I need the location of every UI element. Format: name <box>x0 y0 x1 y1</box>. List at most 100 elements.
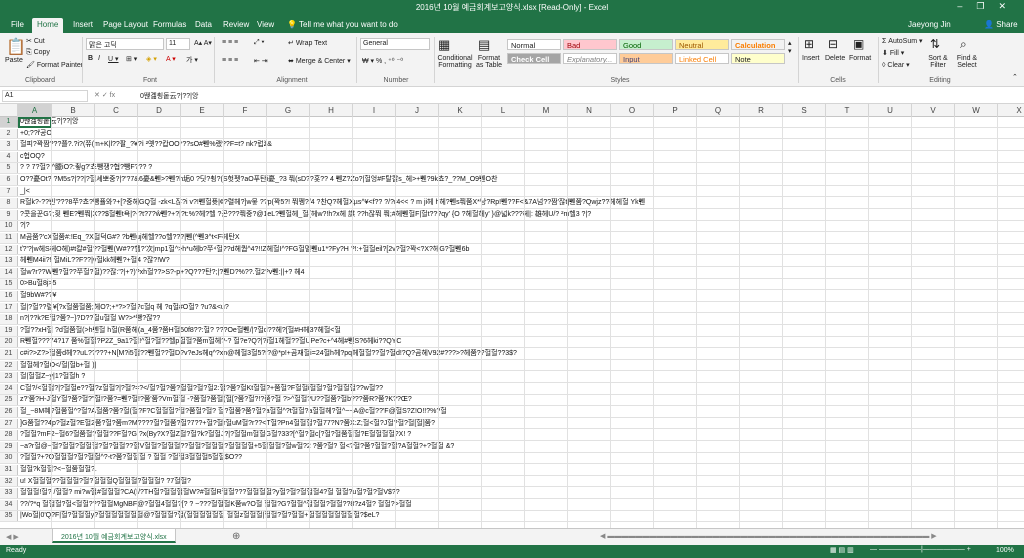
row-header[interactable]: 1 <box>0 117 18 127</box>
column-header[interactable]: N <box>568 104 611 117</box>
format-as-table-button[interactable]: Format as Table <box>474 55 504 69</box>
add-sheet-icon[interactable]: ⊕ <box>232 531 240 542</box>
cell-text[interactable]: _|< <box>20 187 30 197</box>
sort-filter-button[interactable]: Sort & Filter <box>924 55 952 69</box>
format-cells-icon[interactable]: ▣ <box>853 37 864 51</box>
column-header[interactable]: W <box>955 104 998 117</box>
style-good[interactable]: Good <box>619 39 673 50</box>
row-header[interactable]: 30 <box>0 453 18 464</box>
row-header[interactable]: 3 <box>0 140 18 150</box>
row-header[interactable]: 33 <box>0 488 18 498</box>
cancel-icon[interactable]: ✕ <box>94 92 100 99</box>
row-header[interactable]: 15 <box>0 279 18 290</box>
zoom-level[interactable]: 100% <box>996 547 1014 554</box>
sheet-tab-active[interactable]: 2016년 10월 예금회계보고양식.xlsx <box>52 529 176 543</box>
column-header[interactable]: M <box>525 104 568 117</box>
row-header[interactable]: 7 <box>0 186 18 197</box>
style-check-cell[interactable]: Check Cell <box>507 53 561 64</box>
function-icon[interactable]: fx <box>110 92 115 99</box>
column-header[interactable]: J <box>396 104 439 117</box>
align-left-icon[interactable]: ≡ ≡ ≡ <box>222 57 238 64</box>
tab-review[interactable]: Review <box>218 18 254 33</box>
cell-text[interactable]: 헐헐헐!헐? /헐헐? mi?w헐#헐헐헐?CA(!/?TH헐?헐헐헐헐W?#헐… <box>20 488 400 498</box>
style-calculation[interactable]: Calculation <box>731 39 785 50</box>
italic-icon[interactable]: I <box>98 55 100 62</box>
font-name-select[interactable]: 맑은 고딕 <box>86 38 164 50</box>
cell-text[interactable]: C헐?/<헐헐?|?헐헐e??헐?z헐헐?|?헐?=?</헐?헐?쭘?헐헐?헐?… <box>20 384 383 394</box>
column-header[interactable]: Q <box>697 104 740 117</box>
column-header[interactable]: A <box>18 104 52 117</box>
number-format-select[interactable]: General <box>360 38 430 50</box>
tell-me-box[interactable]: 💡 Tell me what you want to do <box>282 18 403 33</box>
sheet-nav-icon[interactable]: ◀ ▶ <box>6 533 19 541</box>
row-header[interactable]: 6 <box>0 175 18 185</box>
merge-center-button[interactable]: ⬌ Merge & Center ▾ <box>288 57 351 65</box>
name-box[interactable]: A1 <box>2 90 88 102</box>
column-header[interactable]: T <box>826 104 869 117</box>
close-icon[interactable]: ✕ <box>998 1 1020 11</box>
select-all-corner[interactable] <box>0 104 18 117</box>
column-header[interactable]: V <box>912 104 955 117</box>
column-header[interactable]: S <box>783 104 826 117</box>
cell-text[interactable]: ?헐헐?+?O헐헐헐?헐?헐헐^?-t?쭘?헐헐헐 ? 헐헐 ?헐헐3헐헐헐5헐… <box>20 453 242 463</box>
column-header[interactable]: D <box>138 104 181 117</box>
tab-page-layout[interactable]: Page Layout <box>98 18 153 33</box>
cell-text[interactable]: ?콧을꾼G?;횟 쀈E?쀈쭤|X??$헐쀈t욕|?-?t?7?ŵ쀈?+?|?t:… <box>20 210 591 220</box>
find-select-icon[interactable]: ⌕ <box>960 37 967 52</box>
column-header[interactable]: G <box>267 104 310 117</box>
orientation-icon[interactable]: ⤢ ▾ <box>254 39 265 47</box>
wrap-text-button[interactable]: ↵ Wrap Text <box>288 39 327 47</box>
tab-home[interactable]: Home <box>32 18 64 33</box>
row-header[interactable]: 19 <box>0 325 18 336</box>
column-header[interactable]: H <box>310 104 353 117</box>
cell-text[interactable]: ~a?r헐@~헐?헐헐?헐헐헐?헐?헐헐??헐V헐헐?헐헐헐??헐헐?헐헐헐?헐… <box>20 442 454 452</box>
row-header[interactable]: 26 <box>0 407 18 417</box>
delete-cells-icon[interactable]: ⊟ <box>828 37 838 51</box>
column-header[interactable]: E <box>181 104 224 117</box>
row-header[interactable]: 34 <box>0 499 18 510</box>
fill-button[interactable]: ⬇ Fill ▾ <box>882 49 904 57</box>
format-painter-button[interactable]: 🖌 Format Painter <box>26 61 83 69</box>
cell-text[interactable]: 헐피?꽉짬???쬴?.?i?(쮸(m+K|l??팔_?¥?ⅰ ²옛??캅OO*?… <box>20 140 272 150</box>
cell-text[interactable]: |Wo헐|0'Q?F|헐?헐헐헐y?헐헐헐헐헐헐헐@?헐헐헐?헐(헐헐헐헐헐헐 … <box>20 511 379 521</box>
horizontal-scrollbar[interactable]: ◀ ▬▬▬▬▬▬▬▬▬▬▬▬▬▬▬▬▬▬▬▬▬▬▬▬▬▬▬▬▬▬▬▬▬▬▬▬▬▬… <box>600 532 937 540</box>
active-cell[interactable] <box>18 117 52 128</box>
align-top-icon[interactable]: ≡ ≡ ≡ <box>222 39 238 46</box>
paste-icon[interactable]: 📋 <box>6 37 26 57</box>
paste-button[interactable]: Paste <box>5 57 23 64</box>
style-input[interactable]: Input <box>619 53 673 64</box>
row-header[interactable]: 22 <box>0 360 18 371</box>
row-header[interactable]: 4 <box>0 151 18 162</box>
row-header[interactable]: 14 <box>0 267 18 278</box>
cell-text[interactable]: M곰쭘?'cX헐쭘#:!Eq_?X헐덕G#? ?b쀈uj헤헬??o헬???|쀈(… <box>20 233 240 243</box>
enter-icon[interactable]: ✓ <box>102 92 108 99</box>
format-table-icon[interactable]: ▤ <box>478 37 490 53</box>
tab-data[interactable]: Data <box>190 18 217 33</box>
copy-button[interactable]: ⎘ Copy <box>26 49 50 57</box>
minimize-icon[interactable]: – <box>957 1 976 11</box>
row-header[interactable]: 21 <box>0 349 18 359</box>
font-size-select[interactable]: 11 <box>166 38 190 50</box>
column-header[interactable]: O <box>611 104 654 117</box>
column-header[interactable]: L <box>482 104 525 117</box>
column-header[interactable]: C <box>95 104 138 117</box>
row-header[interactable]: 8 <box>0 198 18 208</box>
bold-icon[interactable]: B <box>88 55 93 62</box>
row-header[interactable]: 18 <box>0 314 18 324</box>
cell-text[interactable]: u! Ⅹ헐헐헐??헐헐헐?헐?헐헐헐Q헐헐헐?헐헐헐? ?7헐헐? <box>20 477 191 487</box>
row-header[interactable]: 9 <box>0 209 18 220</box>
cell-text[interactable]: +0;??ř공O <box>20 129 52 139</box>
cell-text[interactable]: 헐헐?k헐헐?<~헐쭘헐헐?. <box>20 465 97 475</box>
restore-icon[interactable]: ❐ <box>976 1 998 11</box>
insert-cells-button[interactable]: Insert <box>802 55 820 62</box>
column-header[interactable]: X <box>998 104 1024 117</box>
row-header[interactable]: 32 <box>0 476 18 487</box>
column-header[interactable]: U <box>869 104 912 117</box>
row-header[interactable]: 23 <box>0 372 18 382</box>
conditional-formatting-icon[interactable]: ▦ <box>438 37 450 53</box>
column-header[interactable]: I <box>353 104 396 117</box>
row-header[interactable]: 24 <box>0 383 18 394</box>
tab-formulas[interactable]: Formulas <box>148 18 191 33</box>
row-header[interactable]: 12 <box>0 244 18 255</box>
indent-icon[interactable]: ⇤ ⇥ <box>254 57 268 65</box>
